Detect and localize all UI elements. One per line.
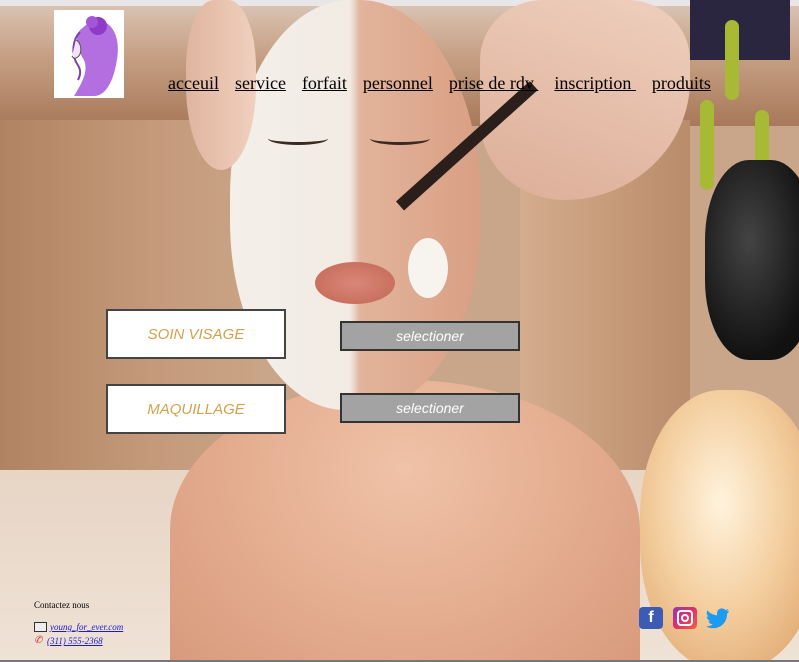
logo[interactable] [54, 10, 124, 98]
phone-icon: ✆ [34, 635, 43, 646]
twitter-icon[interactable] [706, 607, 730, 629]
service-card-maquillage: MAQUILLAGE [106, 384, 286, 434]
envelope-icon [34, 622, 47, 632]
service-card-soin-visage: SOIN VISAGE [106, 309, 286, 359]
contact-phone-link[interactable]: (311) 555-2368 [47, 636, 103, 646]
contact-title: Contactez nous [34, 600, 90, 610]
select-button-maquillage[interactable]: selectioner [340, 393, 520, 423]
nav-link-forfait[interactable]: forfait [302, 73, 347, 94]
instagram-icon[interactable] [673, 607, 697, 629]
nav-link-prise-de-rdv[interactable]: prise de rdv [449, 73, 538, 94]
nav-link-acceuil[interactable]: acceuil [168, 73, 219, 94]
contact-email-row: young_for_ever.com [34, 622, 123, 632]
contact-phone-row: ✆ (311) 555-2368 [34, 635, 103, 647]
main-nav: acceuil service forfait personnel prise … [168, 73, 711, 94]
contact-email-link[interactable]: young_for_ever.com [50, 622, 123, 632]
nav-link-produits[interactable]: produits [652, 73, 711, 94]
nav-link-inscription[interactable]: inscription [554, 73, 636, 94]
woman-profile-logo-icon [54, 10, 124, 98]
facebook-icon[interactable]: f [639, 607, 663, 629]
select-button-soin-visage[interactable]: selectioner [340, 321, 520, 351]
nav-link-personnel[interactable]: personnel [363, 73, 433, 94]
nav-link-service[interactable]: service [235, 73, 286, 94]
